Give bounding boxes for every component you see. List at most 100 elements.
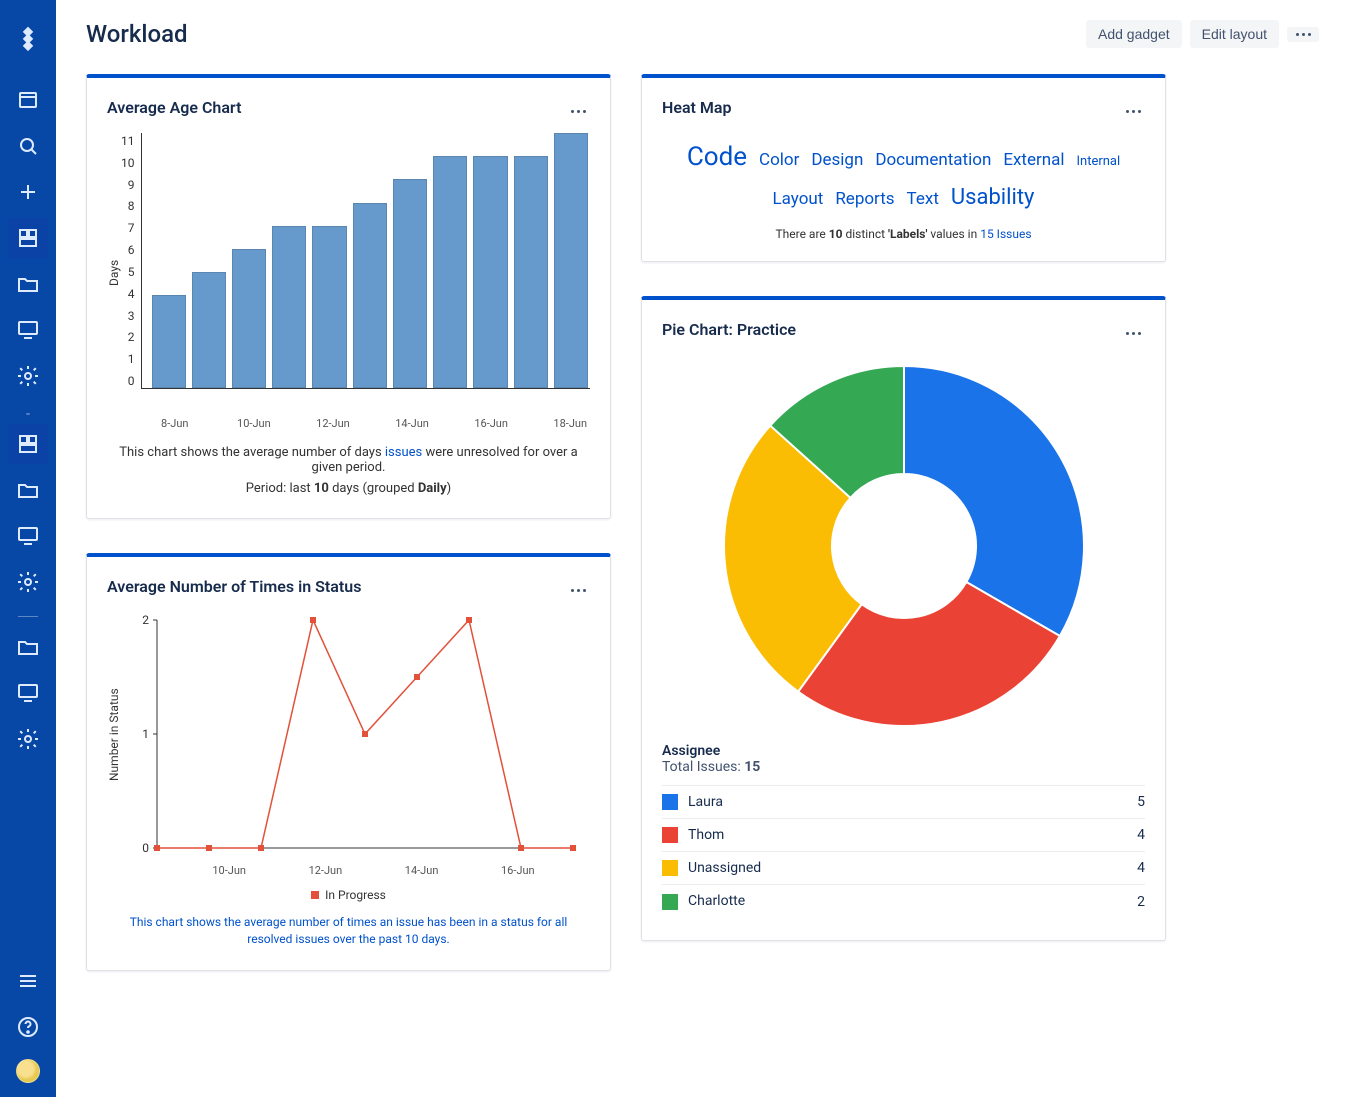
help-icon[interactable] xyxy=(8,1007,48,1047)
page-more-button[interactable] xyxy=(1287,27,1319,42)
bar xyxy=(192,272,226,388)
assignee-table: Laura 5Thom4 Unassigned 4 Charlotte 2 xyxy=(662,785,1145,918)
assignee-row[interactable]: Thom4 xyxy=(662,818,1145,851)
bar xyxy=(554,133,588,388)
gadget-status-times: Average Number of Times in Status Number… xyxy=(86,553,611,971)
more-icon xyxy=(1126,110,1141,113)
legend-swatch xyxy=(662,827,678,843)
assignee-name: Laura xyxy=(688,794,723,810)
heatmap-tag[interactable]: Code xyxy=(687,142,747,172)
user-avatar[interactable] xyxy=(16,1059,40,1083)
legend-swatch xyxy=(311,891,319,899)
collapse-indicator: - xyxy=(26,406,30,416)
header-actions: Add gadget Edit layout xyxy=(1086,20,1319,48)
menu-icon[interactable] xyxy=(8,961,48,1001)
folder-icon[interactable] xyxy=(8,264,48,304)
heatmap-tag[interactable]: Usability xyxy=(951,185,1035,210)
heatmap-note: There are 10 distinct 'Labels' values in… xyxy=(662,227,1145,241)
legend-swatch xyxy=(662,794,678,810)
bar xyxy=(232,249,266,388)
issues-link[interactable]: 15 Issues xyxy=(980,227,1031,241)
heatmap-tag[interactable]: Text xyxy=(907,189,939,209)
assignee-count: 5 xyxy=(1109,785,1145,818)
assignee-row[interactable]: Charlotte 2 xyxy=(662,885,1145,918)
folder-icon-3[interactable] xyxy=(8,627,48,667)
svg-text:2: 2 xyxy=(142,613,149,627)
dashboard-content: Workload Add gadget Edit layout Average … xyxy=(56,0,1349,1001)
issues-link[interactable]: issues xyxy=(385,445,422,460)
heatmap-tag[interactable]: Color xyxy=(759,150,799,170)
gadget-menu-button[interactable] xyxy=(1122,94,1145,121)
gadget-average-age: Average Age Chart Days 11109876543210 8-… xyxy=(86,74,611,519)
settings-icon-3[interactable] xyxy=(8,719,48,759)
line-chart-area: 2 1 0 xyxy=(121,610,581,860)
assignee-row[interactable]: Unassigned 4 xyxy=(662,852,1145,885)
heatmap-tag[interactable]: Internal xyxy=(1076,154,1120,169)
bar-chart-area xyxy=(141,133,591,389)
heatmap-tag[interactable]: Reports xyxy=(835,189,894,209)
assignee-count: 2 xyxy=(1109,885,1145,918)
dashboard-icon[interactable] xyxy=(8,218,48,258)
sidebar-separator xyxy=(18,616,38,617)
y-axis-ticks: 11109876543210 xyxy=(121,135,135,387)
monitor-icon[interactable] xyxy=(8,310,48,350)
x-axis-ticks: 10-Jun12-Jun14-Jun16-Jun xyxy=(157,864,590,878)
bar xyxy=(353,203,387,388)
y-axis-label: Number in Status xyxy=(107,610,121,860)
assignee-name: Charlotte xyxy=(688,893,745,909)
bar xyxy=(393,179,427,388)
pie-meta-label: Assignee xyxy=(662,743,1145,759)
global-sidebar: - xyxy=(0,0,56,1097)
legend-label: In Progress xyxy=(325,888,386,902)
bar xyxy=(312,226,346,388)
heatmap-tag[interactable]: External xyxy=(1003,150,1064,170)
svg-text:1: 1 xyxy=(142,727,149,741)
page-title: Workload xyxy=(86,20,188,48)
gadget-pie-chart: Pie Chart: Practice Assignee Total Issue… xyxy=(641,296,1166,941)
gadget-menu-button[interactable] xyxy=(1122,316,1145,343)
board-icon[interactable] xyxy=(8,80,48,120)
settings-icon-2[interactable] xyxy=(8,562,48,602)
more-icon xyxy=(1296,33,1311,36)
gadget-title: Pie Chart: Practice xyxy=(662,320,796,339)
gadget-heatmap: Heat Map Code Color Design Documentation… xyxy=(641,74,1166,262)
x-axis-ticks: 8-Jun10-Jun12-Jun14-Jun16-Jun18-Jun xyxy=(155,417,590,431)
chart-caption-2: Period: last 10 days (grouped Daily) xyxy=(107,481,590,496)
legend-swatch xyxy=(662,894,678,910)
bar xyxy=(473,156,507,388)
heatmap-tag[interactable]: Documentation xyxy=(875,150,991,170)
svg-text:0: 0 xyxy=(142,841,149,855)
bar xyxy=(272,226,306,388)
settings-icon[interactable] xyxy=(8,356,48,396)
y-axis-label: Days xyxy=(107,133,121,413)
assignee-count: 4 xyxy=(1109,818,1145,851)
monitor-icon-2[interactable] xyxy=(8,516,48,556)
bar xyxy=(514,156,548,388)
folder-icon-2[interactable] xyxy=(8,470,48,510)
monitor-icon-3[interactable] xyxy=(8,673,48,713)
gadget-menu-button[interactable] xyxy=(567,573,590,600)
chart-caption: This chart shows the average number of t… xyxy=(107,914,590,948)
more-icon xyxy=(1126,332,1141,335)
gadget-menu-button[interactable] xyxy=(567,94,590,121)
assignee-name: Unassigned xyxy=(688,860,761,876)
pie-meta-total: Total Issues: 15 xyxy=(662,759,1145,775)
heatmap-tag[interactable]: Design xyxy=(811,150,863,170)
more-icon xyxy=(571,110,586,113)
jira-logo[interactable] xyxy=(8,18,48,58)
assignee-row[interactable]: Laura 5 xyxy=(662,785,1145,818)
assignee-count: 4 xyxy=(1109,852,1145,885)
edit-layout-button[interactable]: Edit layout xyxy=(1190,20,1279,48)
more-icon xyxy=(571,589,586,592)
gadget-title: Average Number of Times in Status xyxy=(107,577,361,596)
dashboard-icon-2[interactable] xyxy=(8,424,48,464)
heatmap-tag[interactable]: Layout xyxy=(773,189,824,209)
add-gadget-button[interactable]: Add gadget xyxy=(1086,20,1182,48)
search-icon[interactable] xyxy=(8,126,48,166)
bar xyxy=(152,295,186,388)
add-icon[interactable] xyxy=(8,172,48,212)
chart-legend: In Progress xyxy=(107,888,590,902)
legend-swatch xyxy=(662,860,678,876)
gadget-title: Average Age Chart xyxy=(107,98,241,117)
bar xyxy=(433,156,467,388)
